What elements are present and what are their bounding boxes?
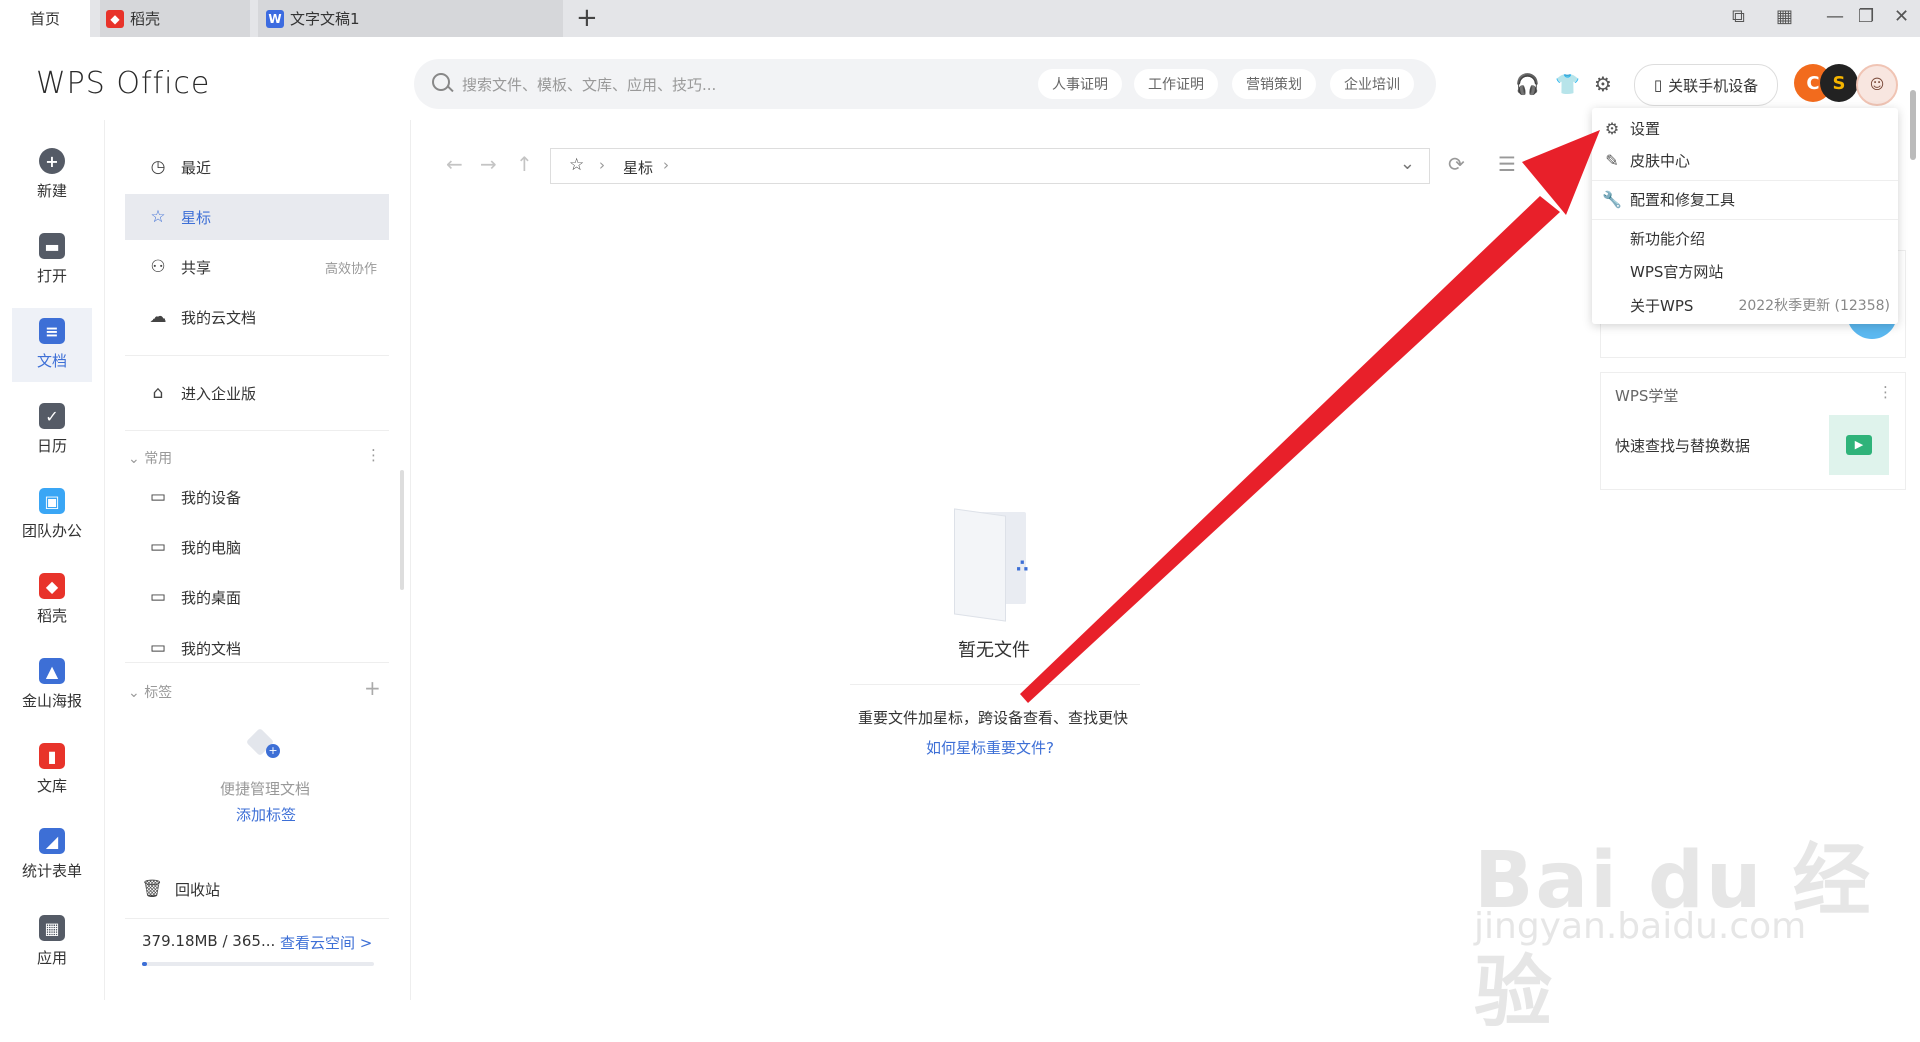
baidu-watermark-url: jingyan.baidu.com [1474, 906, 1807, 947]
page-scrollbar[interactable] [1910, 90, 1916, 160]
arrow-shaft [1020, 196, 1560, 703]
